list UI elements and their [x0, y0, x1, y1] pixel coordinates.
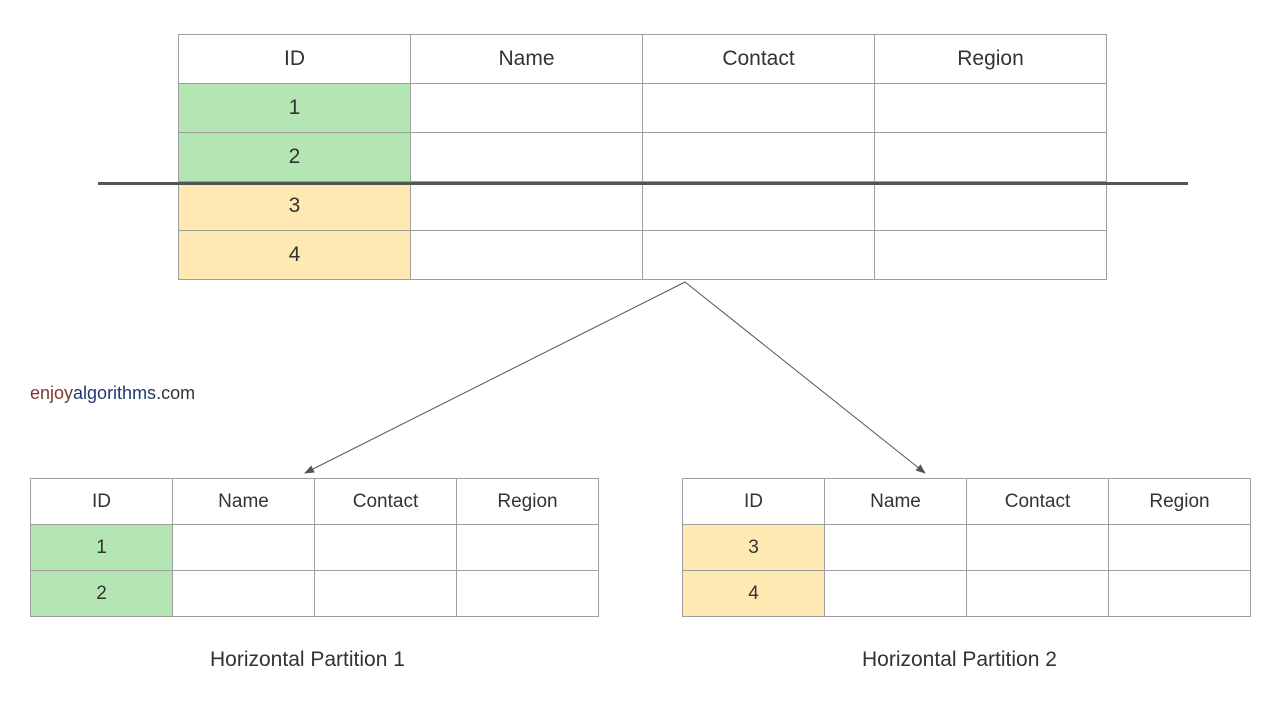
cell-id: 3 [179, 182, 411, 231]
cell-empty [173, 571, 315, 617]
table-row: 2 [179, 133, 1107, 182]
partition-2-caption: Horizontal Partition 2 [862, 648, 1057, 672]
watermark-part3: .com [156, 383, 195, 403]
cell-empty [411, 182, 643, 231]
cell-empty [875, 231, 1107, 280]
cell-empty [967, 571, 1109, 617]
header-name: Name [173, 479, 315, 525]
cell-empty [457, 571, 599, 617]
cell-empty [875, 133, 1107, 182]
header-contact: Contact [315, 479, 457, 525]
header-region: Region [457, 479, 599, 525]
cell-id: 4 [179, 231, 411, 280]
cell-empty [875, 84, 1107, 133]
header-contact: Contact [967, 479, 1109, 525]
cell-empty [457, 525, 599, 571]
partition-2-table: ID Name Contact Region 3 4 [682, 478, 1251, 617]
table-row: 1 [179, 84, 1107, 133]
header-id: ID [179, 35, 411, 84]
cell-id: 2 [179, 133, 411, 182]
header-contact: Contact [643, 35, 875, 84]
cell-empty [411, 231, 643, 280]
table-row: 4 [179, 231, 1107, 280]
cell-id: 1 [31, 525, 173, 571]
header-name: Name [411, 35, 643, 84]
cell-empty [643, 182, 875, 231]
watermark-part2: algorithms [73, 383, 156, 403]
cell-empty [643, 133, 875, 182]
partition-1-caption: Horizontal Partition 1 [210, 648, 405, 672]
cell-empty [173, 525, 315, 571]
table-row: 2 [31, 571, 599, 617]
partition-divider [98, 182, 1188, 185]
cell-empty [825, 571, 967, 617]
header-id: ID [31, 479, 173, 525]
cell-id: 3 [683, 525, 825, 571]
cell-empty [825, 525, 967, 571]
cell-empty [967, 525, 1109, 571]
header-region: Region [1109, 479, 1251, 525]
header-row: ID Name Contact Region [179, 35, 1107, 84]
table-row: 1 [31, 525, 599, 571]
header-row: ID Name Contact Region [31, 479, 599, 525]
cell-empty [411, 133, 643, 182]
watermark-part1: enjoy [30, 383, 73, 403]
cell-empty [315, 571, 457, 617]
header-region: Region [875, 35, 1107, 84]
header-row: ID Name Contact Region [683, 479, 1251, 525]
watermark: enjoyalgorithms.com [30, 383, 195, 404]
cell-empty [315, 525, 457, 571]
cell-empty [643, 84, 875, 133]
cell-id: 4 [683, 571, 825, 617]
main-table: ID Name Contact Region 1 2 3 4 [178, 34, 1107, 280]
table-row: 4 [683, 571, 1251, 617]
cell-empty [1109, 525, 1251, 571]
cell-empty [411, 84, 643, 133]
header-id: ID [683, 479, 825, 525]
cell-id: 2 [31, 571, 173, 617]
header-name: Name [825, 479, 967, 525]
table-row: 3 [179, 182, 1107, 231]
partition-1-table: ID Name Contact Region 1 2 [30, 478, 599, 617]
cell-empty [1109, 571, 1251, 617]
table-row: 3 [683, 525, 1251, 571]
cell-empty [875, 182, 1107, 231]
cell-id: 1 [179, 84, 411, 133]
cell-empty [643, 231, 875, 280]
